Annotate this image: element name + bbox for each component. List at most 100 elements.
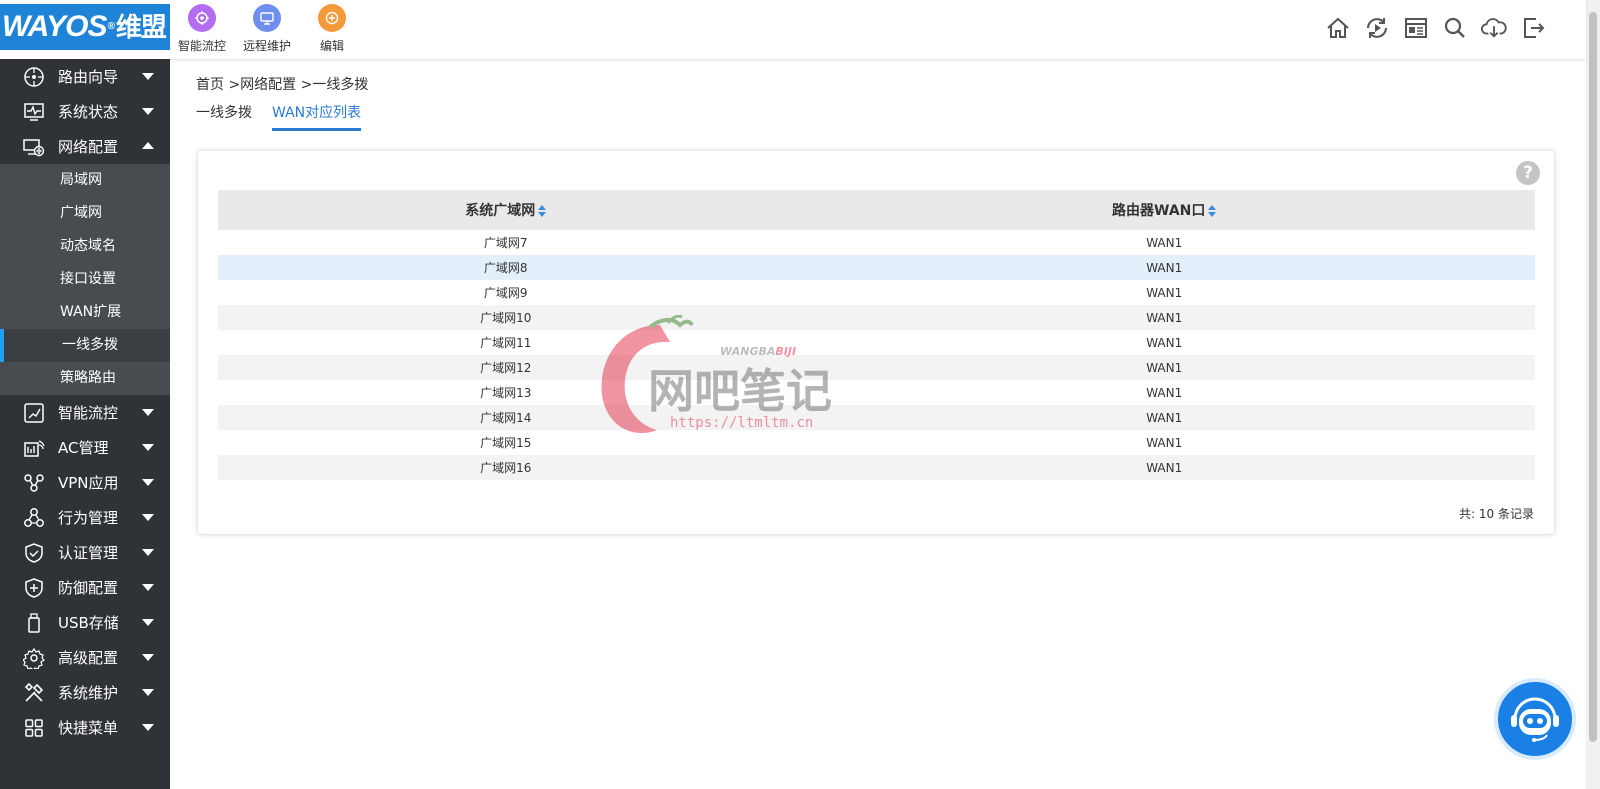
download-cloud-icon[interactable]	[1481, 14, 1507, 42]
table-cell: WAN1	[793, 405, 1535, 430]
submenu-item-ddns[interactable]: 动态域名	[0, 230, 170, 263]
wayos-logo[interactable]: WAYOS®维盟	[0, 4, 170, 50]
column-header-router-wan[interactable]: 路由器WAN口	[793, 190, 1535, 230]
submenu-item-interface[interactable]: 接口设置	[0, 263, 170, 296]
submenu-item-multi-dial[interactable]: 一线多拨	[0, 329, 170, 362]
table-row[interactable]: 广域网8 WAN1	[218, 255, 1535, 280]
sidebar-item-vpn[interactable]: VPN应用	[0, 465, 170, 500]
submenu-item-wan-extend[interactable]: WAN扩展	[0, 296, 170, 329]
remote-maintain-icon	[253, 4, 281, 32]
news-icon[interactable]	[1403, 14, 1429, 42]
refresh-play-icon[interactable]	[1364, 14, 1390, 42]
breadcrumb: 首页 >网络配置 >一线多拨	[196, 77, 369, 93]
tools-icon	[22, 681, 46, 705]
table-cell: 广域网13	[480, 386, 532, 400]
top-bar: WAYOS®维盟 智能流控 远程维护 编辑	[0, 0, 1586, 59]
table-row[interactable]: 广域网15 WAN1	[218, 430, 1535, 455]
sidebar-item-route-wizard[interactable]: 路由向导	[0, 59, 170, 94]
table-cell: 广域网14	[218, 405, 794, 430]
table-cell: 广域网11	[480, 336, 532, 350]
chevron-down-icon	[142, 584, 154, 591]
sidebar-item-maintenance[interactable]: 系统维护	[0, 675, 170, 710]
flow-control-icon	[188, 4, 216, 32]
sidebar-item-behavior[interactable]: 行为管理	[0, 500, 170, 535]
top-icon-group	[1325, 14, 1546, 42]
table-cell: WAN1	[1146, 385, 1183, 400]
sort-icon[interactable]	[538, 205, 547, 217]
sidebar-item-network-config[interactable]: 网络配置	[0, 129, 170, 164]
sidebar-item-label: AC管理	[58, 439, 109, 457]
table-cell: 广域网9	[483, 286, 528, 300]
table-row[interactable]: 广域网14 WAN1	[218, 405, 1535, 430]
quick-remote-maintain-label: 远程维护	[242, 39, 291, 53]
sidebar-item-flow-control[interactable]: 智能流控	[0, 395, 170, 430]
submenu-item-wan[interactable]: 广域网	[0, 197, 170, 230]
quick-flow-control-button[interactable]: 智能流控	[172, 4, 232, 54]
auth-shield-icon	[22, 541, 46, 565]
table-cell: WAN1	[1146, 235, 1183, 250]
tab-bar: 一线多拨 WAN对应列表	[196, 102, 362, 131]
table-cell: WAN1	[1146, 335, 1183, 350]
table-row[interactable]: 广域网9 WAN1	[218, 280, 1535, 305]
network-config-submenu: 局域网 广域网 动态域名 接口设置 WAN扩展 一线多拨 策略路由	[0, 164, 170, 395]
table-row[interactable]: 广域网16 WAN1	[218, 455, 1535, 480]
grid-icon	[22, 716, 46, 740]
home-icon[interactable]	[1325, 14, 1351, 42]
table-cell: 广域网8	[218, 255, 794, 280]
tab-wan-list[interactable]: WAN对应列表	[272, 102, 362, 131]
sidebar-item-label: 快捷菜单	[58, 719, 119, 737]
sidebar-item-label: 认证管理	[58, 544, 119, 562]
sidebar-item-label: VPN应用	[58, 474, 119, 492]
submenu-item-policy-route[interactable]: 策略路由	[0, 362, 170, 395]
defense-shield-icon	[22, 576, 46, 600]
sidebar-item-system-status[interactable]: 系统状态	[0, 94, 170, 129]
page-scrollbar[interactable]	[1586, 0, 1600, 789]
wan-list-panel: ? 系统广域网 路由器WAN口 广域网7 WAN1 广域网8 WAN1 广域网9 WA…	[197, 150, 1555, 535]
sidebar-item-label: 系统状态	[58, 103, 119, 121]
table-cell: WAN1	[793, 455, 1535, 480]
table-row[interactable]: 广域网11 WAN1	[218, 330, 1535, 355]
table-row[interactable]: 广域网10 WAN1	[218, 305, 1535, 330]
robot-icon	[1511, 697, 1559, 742]
column-header-label: 系统广域网	[465, 203, 536, 219]
sidebar-item-defense[interactable]: 防御配置	[0, 570, 170, 605]
table-cell: WAN1	[793, 305, 1535, 330]
sidebar-item-ac-manage[interactable]: AC管理	[0, 430, 170, 465]
logout-icon[interactable]	[1520, 14, 1546, 42]
sidebar-item-shortcut[interactable]: 快捷菜单	[0, 710, 170, 745]
sidebar-item-usb[interactable]: USB存储	[0, 605, 170, 640]
sort-icon[interactable]	[1208, 205, 1217, 217]
help-icon[interactable]: ?	[1516, 161, 1540, 185]
tab-multi-dial[interactable]: 一线多拨	[196, 102, 252, 131]
system-status-icon	[22, 100, 46, 124]
chevron-down-icon	[142, 514, 154, 521]
chat-assistant-button[interactable]	[1494, 678, 1576, 760]
quick-remote-maintain-button[interactable]: 远程维护	[237, 4, 297, 54]
table-cell: WAN1	[793, 355, 1535, 380]
sidebar-item-label: 高级配置	[58, 649, 119, 667]
search-icon[interactable]	[1442, 14, 1468, 42]
chevron-down-icon	[142, 549, 154, 556]
vpn-icon	[22, 471, 46, 495]
logo-text: WAYOS	[2, 10, 107, 43]
chevron-down-icon	[142, 724, 154, 731]
scrollbar-thumb[interactable]	[1589, 12, 1597, 742]
chevron-down-icon	[142, 654, 154, 661]
behavior-icon	[22, 506, 46, 530]
quick-edit-button[interactable]: 编辑	[302, 4, 362, 54]
sidebar-item-label: USB存储	[58, 614, 119, 632]
table-row[interactable]: 广域网13 WAN1	[218, 380, 1535, 405]
quick-edit-label: 编辑	[319, 39, 344, 53]
chevron-up-icon	[142, 142, 154, 149]
sidebar-item-label: 行为管理	[58, 509, 119, 527]
sidebar-item-auth[interactable]: 认证管理	[0, 535, 170, 570]
table-row[interactable]: 广域网7 WAN1	[218, 230, 1535, 255]
submenu-item-label: 一线多拨	[62, 337, 118, 353]
sidebar-item-advanced[interactable]: 高级配置	[0, 640, 170, 675]
column-header-system-wan[interactable]: 系统广域网	[218, 190, 794, 230]
table-cell: 广域网10	[218, 305, 794, 330]
table-row[interactable]: 广域网12 WAN1	[218, 355, 1535, 380]
submenu-item-lan[interactable]: 局域网	[0, 164, 170, 197]
chevron-down-icon	[142, 444, 154, 451]
sidebar: 路由向导 系统状态 网络配置 局域网 广域网 动态域名 接口设置 WAN扩展 一…	[0, 59, 170, 789]
